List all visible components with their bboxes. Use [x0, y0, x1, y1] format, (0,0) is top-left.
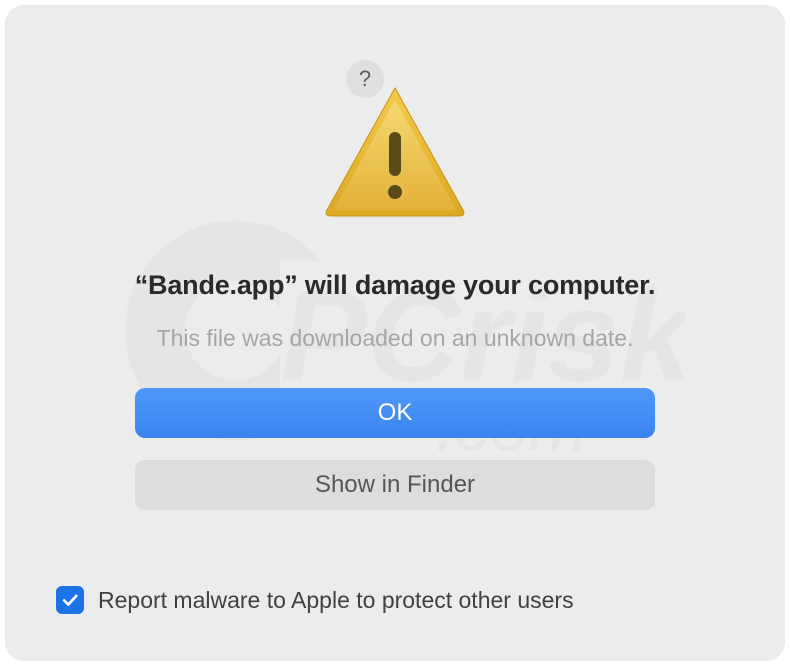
- ok-button[interactable]: OK: [135, 388, 655, 438]
- checkmark-icon: [60, 590, 80, 610]
- show-in-finder-button[interactable]: Show in Finder: [135, 460, 655, 510]
- alert-dialog: PCrisk .com ? “Bande.app” will da: [6, 6, 784, 660]
- report-checkbox-row: Report malware to Apple to protect other…: [56, 586, 734, 614]
- report-checkbox[interactable]: [56, 586, 84, 614]
- dialog-subtitle: This file was downloaded on an unknown d…: [157, 325, 634, 352]
- warning-icon: [320, 82, 470, 222]
- report-checkbox-label: Report malware to Apple to protect other…: [98, 587, 574, 614]
- dialog-title: “Bande.app” will damage your computer.: [135, 270, 656, 301]
- button-stack: OK Show in Finder: [135, 388, 655, 510]
